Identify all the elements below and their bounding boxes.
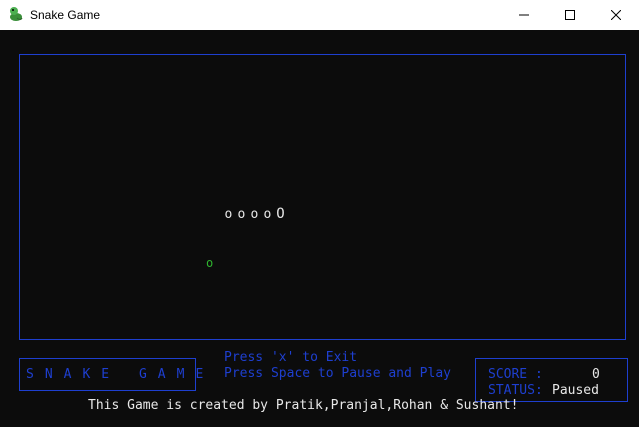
exit-instruction: Press 'x' to Exit <box>224 350 358 365</box>
snake-body-segment: o <box>263 207 272 222</box>
food-pellet: o <box>206 256 214 270</box>
score-value: 0 <box>592 367 600 382</box>
credits-text: This Game is created by Pratik,Pranjal,R… <box>88 398 519 413</box>
game-board <box>19 54 626 340</box>
score-label: SCORE : <box>488 367 543 382</box>
minimize-button[interactable] <box>501 0 547 30</box>
snake-app-icon <box>8 6 24 22</box>
instructions: Press 'x' to Exit Press Space to Pause a… <box>224 350 451 382</box>
game-window: Snake Game ooooO o SNAKE GAME Press 'x' <box>0 0 639 427</box>
score-panel: SCORE : 0 STATUS: Paused <box>475 358 628 402</box>
title-bar[interactable]: Snake Game <box>0 0 639 30</box>
game-title-box: SNAKE GAME <box>19 358 203 391</box>
maximize-button[interactable] <box>547 0 593 30</box>
status-value: Paused <box>552 383 599 398</box>
snake-body-segment: o <box>237 207 246 222</box>
snake-body-segment: o <box>224 207 233 222</box>
snake-head: O <box>276 206 285 222</box>
close-button[interactable] <box>593 0 639 30</box>
close-icon <box>611 10 621 20</box>
console-area[interactable]: ooooO o SNAKE GAME Press 'x' to Exit Pre… <box>0 30 639 427</box>
maximize-icon <box>565 10 575 20</box>
window-title: Snake Game <box>30 8 101 22</box>
status-label: STATUS: <box>488 383 543 398</box>
minimize-icon <box>519 14 529 16</box>
pause-instruction: Press Space to Pause and Play <box>224 366 451 381</box>
snake: ooooO <box>175 191 287 237</box>
snake-body-segment: o <box>250 207 259 222</box>
